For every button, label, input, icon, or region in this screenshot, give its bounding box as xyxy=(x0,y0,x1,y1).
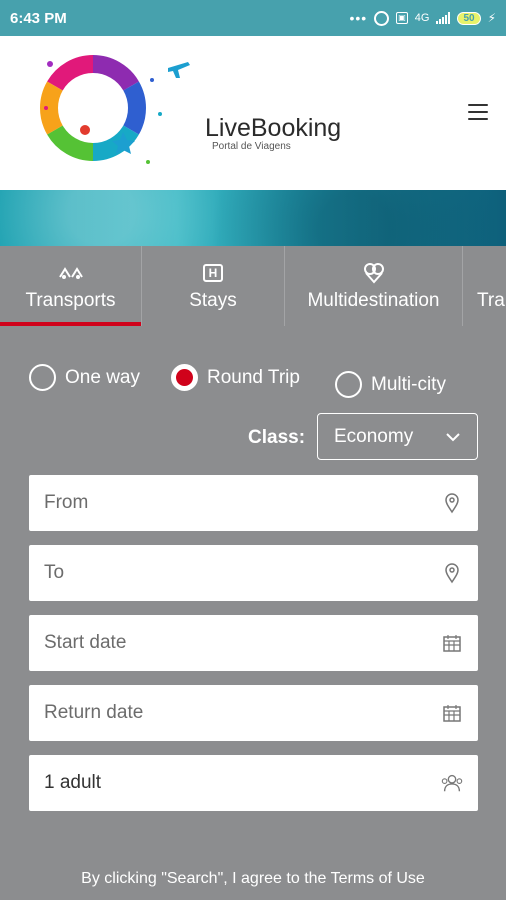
class-select[interactable]: Economy xyxy=(317,413,478,460)
multidestination-icon xyxy=(362,262,386,284)
from-input[interactable] xyxy=(44,492,440,514)
radio-circle[interactable] xyxy=(335,371,362,398)
transport-icon xyxy=(58,262,84,284)
status-icons: ••• ▣ 4G 50 ⚡ xyxy=(349,10,496,26)
users-icon xyxy=(440,771,464,795)
livebooking-logo[interactable]: LiveBooking Portal de Viagens xyxy=(39,54,341,179)
from-field[interactable] xyxy=(29,475,478,531)
passengers-field[interactable] xyxy=(29,755,478,811)
chevron-down-icon xyxy=(445,426,461,448)
radio-multi-city[interactable]: Multi-city xyxy=(335,371,446,398)
brand-name: LiveBooking xyxy=(205,114,342,142)
radio-circle[interactable] xyxy=(29,364,56,391)
radio-label: Multi-city xyxy=(371,373,446,395)
calendar-icon xyxy=(440,631,464,655)
radio-circle-checked[interactable] xyxy=(171,364,198,391)
class-label: Class: xyxy=(248,427,306,448)
tab-label: Tra xyxy=(477,290,505,311)
return-date-field[interactable] xyxy=(29,685,478,741)
radio-round-trip[interactable]: Round Trip xyxy=(171,364,300,391)
hotel-icon: H xyxy=(203,262,223,284)
location-pin-icon xyxy=(440,561,464,585)
tab-multidestination[interactable]: Multidestination xyxy=(285,246,463,326)
hamburger-menu-icon[interactable] xyxy=(466,102,490,122)
tab-label: Transports xyxy=(25,290,116,311)
radio-label: One way xyxy=(65,366,140,388)
start-date-field[interactable] xyxy=(29,615,478,671)
radio-label: Round Trip xyxy=(207,366,300,388)
network-type: 4G xyxy=(414,12,430,24)
tab-transports[interactable]: Transports xyxy=(0,246,142,326)
to-input[interactable] xyxy=(44,562,440,584)
to-field[interactable] xyxy=(29,545,478,601)
location-pin-icon xyxy=(440,491,464,515)
class-value: Economy xyxy=(334,425,414,447)
start-date-input[interactable] xyxy=(44,632,440,654)
radio-one-way[interactable]: One way xyxy=(29,364,140,391)
charging-icon: ⚡ xyxy=(487,11,496,25)
tab-stays[interactable]: H Stays xyxy=(142,246,285,326)
tab-label: Multidestination xyxy=(307,290,440,311)
status-bar: 6:43 PM ••• ▣ 4G 50 ⚡ xyxy=(0,0,506,36)
battery-icon: 50 xyxy=(457,11,481,25)
search-form: One way Round Trip Multi-city Class: Eco… xyxy=(0,326,506,900)
tab-label: Stays xyxy=(189,290,237,311)
app-header: LiveBooking Portal de Viagens xyxy=(0,36,506,190)
search-tabs: Transports H Stays Multidestination Tra xyxy=(0,246,506,326)
return-date-input[interactable] xyxy=(44,702,440,724)
brand-subtitle: Portal de Viagens xyxy=(212,141,291,152)
terms-text: By clicking "Search", I agree to the Ter… xyxy=(81,870,425,887)
status-time: 6:43 PM xyxy=(10,9,67,27)
tab-partial[interactable]: Tra xyxy=(463,246,506,326)
more-dots-icon: ••• xyxy=(349,10,368,26)
calendar-icon xyxy=(440,701,464,725)
sim-icon: ▣ xyxy=(396,12,408,24)
passengers-input[interactable] xyxy=(44,772,440,794)
hero-banner xyxy=(0,190,506,246)
signal-icon xyxy=(436,12,451,24)
alarm-icon xyxy=(374,10,390,26)
